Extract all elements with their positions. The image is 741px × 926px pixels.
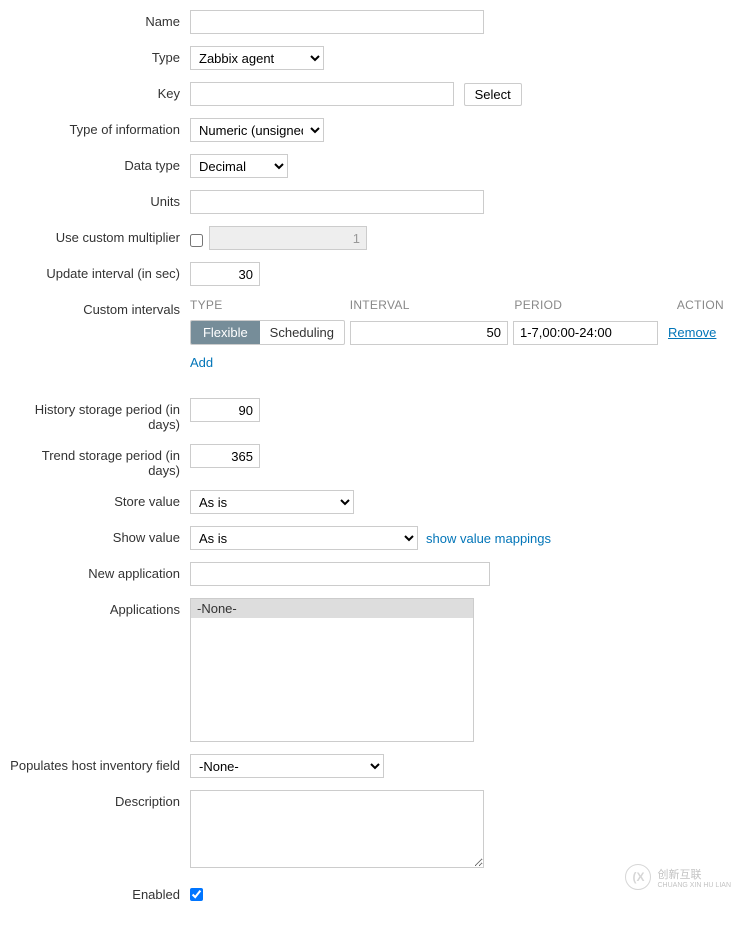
label-applications: Applications	[10, 598, 190, 617]
store-value-select[interactable]: As is	[190, 490, 354, 514]
ci-remove-link[interactable]: Remove	[668, 325, 716, 340]
watermark-text-cn: 创新互联	[657, 866, 731, 882]
ci-header-period: PERIOD	[514, 298, 664, 312]
applications-listbox[interactable]: -None-	[190, 598, 474, 742]
label-units: Units	[10, 190, 190, 209]
label-update-interval: Update interval (in sec)	[10, 262, 190, 281]
label-history-storage: History storage period (in days)	[10, 398, 190, 432]
ci-flexible-option[interactable]: Flexible	[191, 321, 260, 344]
label-description: Description	[10, 790, 190, 809]
key-select-button[interactable]: Select	[464, 83, 522, 106]
label-store-value: Store value	[10, 490, 190, 509]
data-type-select[interactable]: Decimal	[190, 154, 288, 178]
label-enabled: Enabled	[10, 883, 190, 902]
multiplier-checkbox[interactable]	[190, 234, 203, 247]
label-type-info: Type of information	[10, 118, 190, 137]
ci-header-type: TYPE	[190, 298, 350, 312]
show-value-select[interactable]: As is	[190, 526, 418, 550]
label-inventory: Populates host inventory field	[10, 754, 190, 773]
key-input[interactable]	[190, 82, 454, 106]
label-name: Name	[10, 10, 190, 29]
history-storage-input[interactable]	[190, 398, 260, 422]
enabled-checkbox[interactable]	[190, 888, 203, 901]
inventory-select[interactable]: -None-	[190, 754, 384, 778]
ci-row: Flexible Scheduling Remove	[190, 320, 724, 345]
label-multiplier: Use custom multiplier	[10, 226, 190, 245]
ci-scheduling-option[interactable]: Scheduling	[260, 321, 344, 344]
label-type: Type	[10, 46, 190, 65]
label-new-application: New application	[10, 562, 190, 581]
ci-interval-input[interactable]	[350, 321, 508, 345]
multiplier-input	[209, 226, 367, 250]
ci-header-interval: INTERVAL	[350, 298, 515, 312]
ci-period-input[interactable]	[513, 321, 658, 345]
ci-add-link[interactable]: Add	[190, 355, 213, 370]
new-application-input[interactable]	[190, 562, 490, 586]
label-key: Key	[10, 82, 190, 101]
watermark-logo: (X 创新互联 CHUANG XIN HU LIAN	[625, 864, 731, 890]
description-textarea[interactable]	[190, 790, 484, 868]
show-value-mappings-link[interactable]: show value mappings	[426, 531, 551, 546]
watermark-text-en: CHUANG XIN HU LIAN	[657, 882, 731, 889]
name-input[interactable]	[190, 10, 484, 34]
label-data-type: Data type	[10, 154, 190, 173]
label-show-value: Show value	[10, 526, 190, 545]
type-info-select[interactable]: Numeric (unsigned)	[190, 118, 324, 142]
label-trend-storage: Trend storage period (in days)	[10, 444, 190, 478]
type-select[interactable]: Zabbix agent	[190, 46, 324, 70]
watermark-logo-mark: (X	[625, 864, 651, 890]
ci-header-action: ACTION	[664, 298, 724, 312]
custom-intervals-table: TYPE INTERVAL PERIOD ACTION Flexible Sch…	[190, 298, 724, 370]
units-input[interactable]	[190, 190, 484, 214]
update-interval-input[interactable]	[190, 262, 260, 286]
applications-none-option[interactable]: -None-	[191, 599, 473, 618]
trend-storage-input[interactable]	[190, 444, 260, 468]
label-custom-intervals: Custom intervals	[10, 298, 190, 317]
ci-type-toggle: Flexible Scheduling	[190, 320, 345, 345]
